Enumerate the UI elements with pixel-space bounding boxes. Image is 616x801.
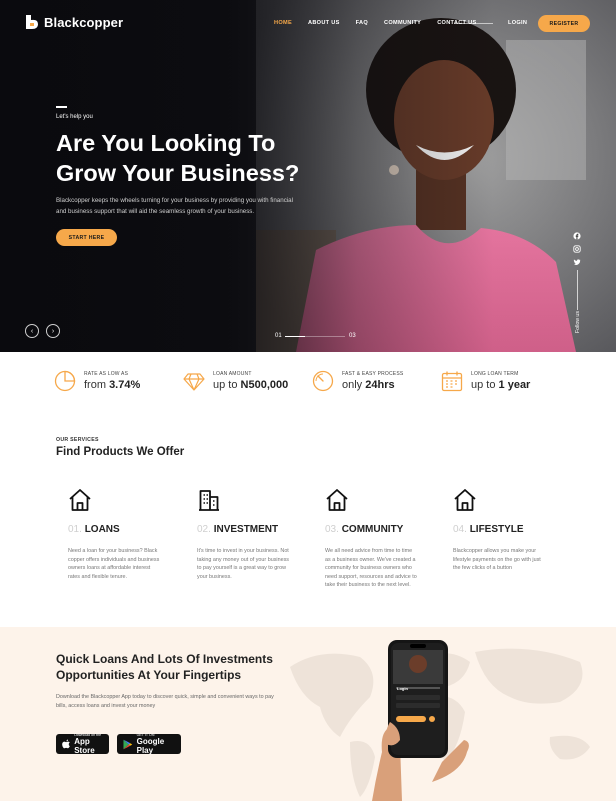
stats-bar: RATE AS LOW AS from 3.74% LOAN AMOUNT up… — [0, 352, 616, 420]
service-heading: 04. LIFESTYLE — [453, 524, 543, 535]
stat-loan-term: LONG LOAN TERM up to 1 year — [441, 370, 530, 392]
login-link[interactable]: LOGIN — [508, 20, 527, 26]
service-name: LIFESTYLE — [469, 524, 524, 535]
slide-end-number: 03 — [349, 333, 356, 339]
service-card-lifestyle[interactable]: 04. LIFESTYLE Blackcopper allows you mak… — [441, 488, 543, 573]
stat-label: RATE AS LOW AS — [84, 371, 129, 377]
service-name: LOANS — [84, 524, 120, 535]
service-number: 02. — [197, 524, 211, 535]
chevron-left-icon: ‹ — [30, 327, 34, 335]
google-play-label: Google Play — [136, 737, 165, 755]
logo-text: Blackcopper — [44, 14, 124, 30]
chevron-right-icon: › — [51, 327, 55, 335]
logo-icon — [26, 15, 38, 29]
service-name: COMMUNITY — [341, 524, 404, 535]
slide-progress-fill — [285, 336, 305, 337]
service-description: Need a loan for your business? Black cop… — [68, 548, 160, 580]
stat-process: FAST & EASY PROCESS only 24hrs — [312, 370, 403, 392]
slider-prev-button[interactable]: ‹ — [25, 324, 39, 338]
stat-prefix: from — [84, 379, 110, 391]
logo[interactable]: Blackcopper — [24, 14, 123, 30]
stat-label: FAST & EASY PROCESS — [342, 371, 404, 377]
apple-icon — [62, 739, 70, 749]
home-icon — [69, 489, 91, 511]
service-description: Blackcopper allows you make your lifesty… — [453, 548, 541, 571]
stat-prefix: up to — [213, 379, 241, 391]
service-number: 04. — [453, 524, 467, 535]
slider-next-button[interactable]: › — [46, 324, 60, 338]
nav-divider — [455, 23, 493, 24]
service-name: INVESTMENT — [213, 524, 279, 535]
app-title-line2: Opportunities At Your Fingertips — [56, 668, 242, 682]
follow-divider — [577, 270, 578, 310]
app-banner-title: Quick Loans And Lots Of Investments Oppo… — [56, 651, 306, 683]
app-title-line1: Quick Loans And Lots Of Investments — [56, 652, 273, 666]
hero-eyebrow: Let's help you — [56, 114, 93, 120]
service-card-community[interactable]: 03. COMMUNITY We all need advice from ti… — [313, 488, 417, 590]
stat-value: up to 1 year — [471, 379, 530, 391]
nav-community[interactable]: COMMUNITY — [384, 20, 421, 26]
service-heading: 02. INVESTMENT — [197, 524, 287, 535]
nav-home[interactable]: HOME — [274, 20, 292, 26]
google-play-icon — [123, 739, 133, 749]
stat-loan-amount: LOAN AMOUNT up to N500,000 — [183, 370, 288, 392]
phone-mockup — [372, 640, 469, 801]
service-heading: 03. COMMUNITY — [325, 524, 415, 535]
service-card-loans[interactable]: 01. LOANS Need a loan for your business?… — [56, 488, 160, 581]
stat-prefix: only — [342, 379, 366, 391]
slide-start-number: 01 — [275, 333, 282, 339]
hero-title-line2: Grow Your Business? — [56, 160, 300, 186]
pie-chart-icon — [54, 370, 76, 392]
service-description: It's time to invest in your business. No… — [197, 548, 289, 580]
hero-title: Are You Looking To Grow Your Business? — [56, 128, 346, 188]
stat-number: 1 year — [498, 379, 531, 391]
stat-value: only 24hrs — [342, 379, 403, 391]
hero-title-line1: Are You Looking To — [56, 130, 276, 156]
stat-label: LOAN AMOUNT — [213, 371, 252, 377]
stat-prefix: up to — [471, 379, 499, 391]
nav-about[interactable]: ABOUT US — [308, 20, 340, 26]
stat-value: from 3.74% — [84, 379, 140, 391]
service-description: We all need advice from time to time as … — [325, 548, 417, 588]
service-card-investment[interactable]: 02. INVESTMENT It's time to invest in yo… — [185, 488, 289, 581]
phone-login-label: Login — [397, 686, 408, 691]
facebook-icon[interactable] — [573, 232, 581, 240]
building-icon — [199, 490, 219, 511]
diamond-icon — [183, 373, 205, 391]
service-number: 01. — [68, 524, 82, 535]
app-banner-description: Download the Blackcopper App today to di… — [56, 694, 274, 709]
speedometer-icon — [312, 370, 334, 392]
app-store-button[interactable]: Download on the App Store — [56, 733, 109, 755]
follow-us-label: Follow us — [575, 311, 581, 333]
google-play-button[interactable]: GET IT ON Google Play — [117, 733, 181, 755]
start-here-button[interactable]: START HERE — [56, 229, 117, 246]
stat-number: 24hrs — [365, 379, 395, 391]
stat-number: N500,000 — [240, 379, 289, 391]
services-eyebrow: OUR SERVICES — [56, 437, 99, 443]
service-heading: 01. LOANS — [68, 524, 158, 535]
stat-number: 3.74% — [109, 379, 141, 391]
calendar-icon — [441, 371, 463, 392]
instagram-icon[interactable] — [573, 245, 581, 253]
eyebrow-line — [56, 106, 67, 108]
stat-value: up to N500,000 — [213, 379, 288, 391]
register-button[interactable]: REGISTER — [538, 15, 590, 32]
hero-description: Blackcopper keeps the wheels turning for… — [56, 197, 293, 215]
app-download-banner: Quick Loans And Lots Of Investments Oppo… — [0, 627, 616, 801]
services-title: Find Products We Offer — [56, 446, 185, 458]
stat-rate: RATE AS LOW AS from 3.74% — [54, 370, 140, 392]
twitter-icon[interactable] — [573, 258, 581, 266]
app-store-label: App Store — [74, 737, 95, 755]
nav-faq[interactable]: FAQ — [356, 20, 368, 26]
home-icon — [326, 489, 348, 511]
slide-progress-track — [285, 336, 345, 337]
service-number: 03. — [325, 524, 339, 535]
hero-section: Blackcopper HOME ABOUT US FAQ COMMUNITY … — [0, 0, 616, 352]
home-icon — [454, 489, 476, 511]
stat-label: LONG LOAN TERM — [471, 371, 519, 377]
